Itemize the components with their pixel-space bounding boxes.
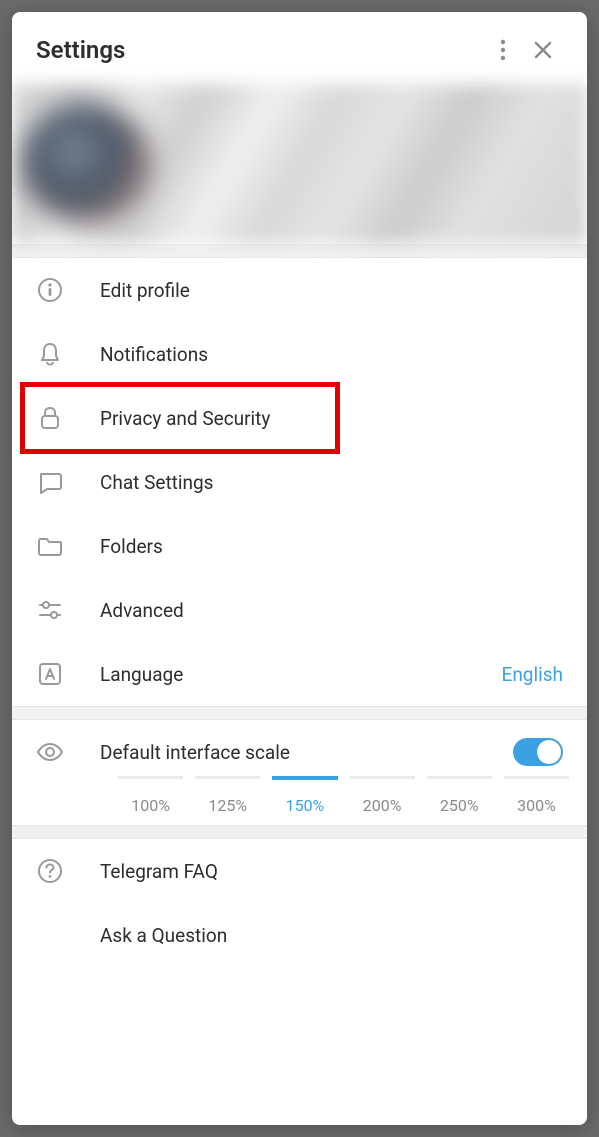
section-separator bbox=[12, 244, 587, 258]
row-label: Ask a Question bbox=[100, 924, 563, 947]
row-label: Chat Settings bbox=[100, 471, 563, 494]
chat-icon bbox=[36, 468, 64, 496]
row-label: Privacy and Security bbox=[100, 407, 563, 430]
scale-option[interactable]: 100% bbox=[112, 776, 189, 815]
tick-label: 300% bbox=[498, 796, 575, 815]
modal-header: Settings bbox=[12, 12, 587, 84]
scale-label: Default interface scale bbox=[100, 741, 477, 764]
tick-label: 100% bbox=[112, 796, 189, 815]
privacy-security-row[interactable]: Privacy and Security bbox=[12, 386, 587, 450]
settings-modal: Settings Edit profile bbox=[12, 12, 587, 1125]
scale-toggle[interactable] bbox=[513, 738, 563, 766]
advanced-row[interactable]: Advanced bbox=[12, 578, 587, 642]
tick-line bbox=[350, 776, 415, 779]
faq-row[interactable]: Telegram FAQ bbox=[12, 839, 587, 903]
scale-slider[interactable]: 100%125%150%200%250%300% bbox=[12, 776, 587, 825]
bell-icon bbox=[36, 340, 64, 368]
tick-label: 150% bbox=[266, 796, 343, 815]
close-button[interactable] bbox=[523, 30, 563, 70]
close-icon bbox=[533, 40, 553, 60]
ask-question-row[interactable]: Ask a Question bbox=[12, 903, 587, 967]
tick-line bbox=[504, 776, 569, 779]
info-icon bbox=[36, 276, 64, 304]
row-label: Language bbox=[100, 663, 466, 686]
language-value: English bbox=[502, 663, 563, 686]
lock-icon bbox=[36, 404, 64, 432]
section-separator bbox=[12, 825, 587, 839]
tick-line bbox=[195, 776, 260, 779]
tick-line bbox=[272, 776, 337, 780]
more-options-button[interactable] bbox=[483, 30, 523, 70]
page-title: Settings bbox=[36, 36, 483, 64]
eye-icon bbox=[36, 738, 64, 766]
settings-list: Edit profile Notifications Privacy and S… bbox=[12, 258, 587, 706]
spacer-icon bbox=[36, 921, 64, 949]
chat-settings-row[interactable]: Chat Settings bbox=[12, 450, 587, 514]
scale-option[interactable]: 150% bbox=[266, 776, 343, 815]
row-label: Edit profile bbox=[100, 279, 563, 302]
tick-label: 125% bbox=[189, 796, 266, 815]
help-icon bbox=[36, 857, 64, 885]
tick-label: 200% bbox=[344, 796, 421, 815]
tick-label: 250% bbox=[421, 796, 498, 815]
help-section: Telegram FAQ Ask a Question bbox=[12, 839, 587, 967]
scale-option[interactable]: 250% bbox=[421, 776, 498, 815]
edit-profile-row[interactable]: Edit profile bbox=[12, 258, 587, 322]
scale-option[interactable]: 300% bbox=[498, 776, 575, 815]
folders-row[interactable]: Folders bbox=[12, 514, 587, 578]
row-label: Folders bbox=[100, 535, 563, 558]
tick-line bbox=[118, 776, 183, 779]
language-icon bbox=[36, 660, 64, 688]
row-label: Telegram FAQ bbox=[100, 860, 563, 883]
scale-section: Default interface scale 100%125%150%200%… bbox=[12, 720, 587, 825]
tick-line bbox=[427, 776, 492, 779]
toggle-knob bbox=[537, 740, 561, 764]
folder-icon bbox=[36, 532, 64, 560]
row-label: Advanced bbox=[100, 599, 563, 622]
scale-option[interactable]: 125% bbox=[189, 776, 266, 815]
row-label: Notifications bbox=[100, 343, 563, 366]
interface-scale-row: Default interface scale bbox=[12, 720, 587, 776]
section-separator bbox=[12, 706, 587, 720]
notifications-row[interactable]: Notifications bbox=[12, 322, 587, 386]
kebab-icon bbox=[500, 39, 506, 61]
language-row[interactable]: Language English bbox=[12, 642, 587, 706]
profile-header-blurred[interactable] bbox=[12, 84, 587, 244]
sliders-icon bbox=[36, 596, 64, 624]
scale-option[interactable]: 200% bbox=[344, 776, 421, 815]
